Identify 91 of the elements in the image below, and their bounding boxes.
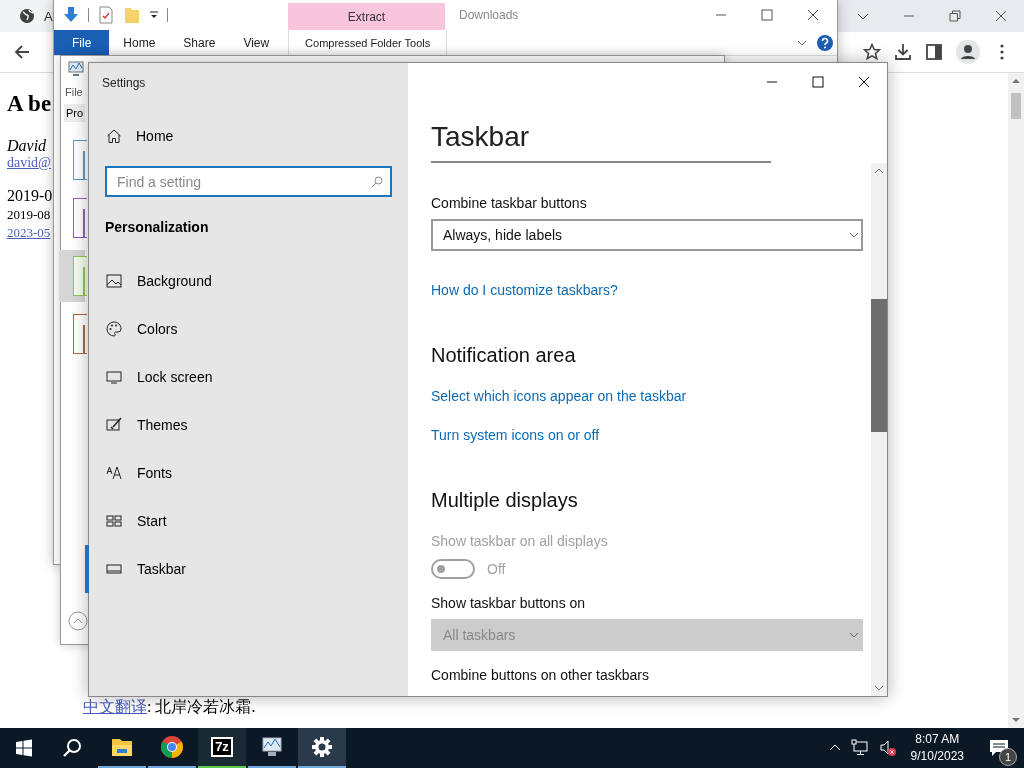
home-nav-item[interactable]: Home (106, 128, 408, 144)
download-icon[interactable] (894, 43, 912, 61)
notification-badge: 1 (999, 748, 1017, 766)
taskbar-icon (106, 561, 122, 577)
search-field[interactable]: Find a setting (105, 166, 392, 197)
close-icon[interactable] (995, 10, 1007, 22)
translation-text: 中文翻译: 北岸冷若冰霜. (83, 697, 256, 718)
network-icon[interactable] (850, 739, 869, 757)
search-icon (371, 176, 383, 188)
date-text: 2019-08 (7, 207, 51, 223)
browser-tab[interactable]: A (0, 0, 52, 32)
menu-item[interactable]: File (65, 86, 83, 98)
scrollbar[interactable] (1008, 73, 1024, 728)
thumbnail[interactable] (73, 140, 87, 180)
link[interactable]: How do I customize taskbars? (431, 280, 618, 300)
picture-frame-icon (106, 273, 122, 289)
window-title: Downloads (459, 8, 519, 22)
scroll-thumb[interactable] (1011, 93, 1021, 119)
scroll-down-icon[interactable] (875, 684, 883, 692)
monitor-chart-icon (260, 735, 284, 759)
setting-label: Show taskbar buttons on (431, 594, 586, 613)
author-name: David (7, 137, 47, 155)
taskbar-app[interactable] (298, 728, 346, 768)
maximize-icon[interactable] (812, 76, 824, 88)
search-icon (62, 738, 82, 758)
side-panel-icon[interactable] (925, 43, 943, 61)
palette-icon (106, 321, 122, 337)
globe-icon (19, 8, 35, 24)
scroll-up-icon[interactable] (1012, 77, 1020, 85)
section-heading: Multiple displays (431, 488, 578, 513)
scrollbar[interactable] (871, 163, 887, 696)
ribbon-tab[interactable]: View (229, 30, 284, 55)
app-logo-text: 7z (211, 737, 233, 757)
scroll-down-icon[interactable] (1012, 716, 1020, 724)
clock[interactable]: 8:07 AM 9/10/2023 (910, 731, 964, 765)
start-tiles-icon (106, 513, 122, 529)
article-heading: A be (7, 91, 52, 117)
restore-icon[interactable] (949, 10, 961, 22)
clock-date: 9/10/2023 (910, 748, 964, 765)
download-arrow-icon[interactable] (62, 6, 80, 24)
chevron-down-icon (849, 230, 859, 240)
ribbon-tab[interactable]: Home (109, 30, 170, 55)
close-icon[interactable] (807, 9, 819, 21)
section-heading: Notification area (431, 343, 576, 368)
star-icon[interactable] (863, 43, 881, 61)
nav-item[interactable]: Fonts (85, 449, 408, 497)
nav-item[interactable]: Start (85, 497, 408, 545)
ribbon-tab[interactable]: File (54, 30, 110, 55)
setting-label: Combine taskbar buttons (431, 194, 587, 213)
monitor-icon (106, 369, 122, 385)
ribbon-tab[interactable]: Share (169, 30, 230, 55)
nav-item[interactable]: Colors (85, 305, 408, 353)
caret-icon[interactable] (149, 10, 159, 20)
properties-icon[interactable] (97, 6, 115, 24)
page-title: Taskbar (431, 121, 771, 163)
close-icon[interactable] (858, 76, 870, 88)
maximize-icon[interactable] (761, 9, 773, 21)
window-title: Settings (102, 76, 147, 90)
font-icon (106, 465, 122, 481)
taskbar-app[interactable]: 7z (198, 728, 246, 768)
dropdown[interactable]: Always, hide labels (431, 219, 863, 251)
monitor-chart-icon (67, 60, 85, 78)
profile-icon[interactable] (956, 40, 980, 64)
chevron-down-icon (849, 630, 859, 640)
thumbnail[interactable] (73, 314, 87, 354)
email-link[interactable]: david@ (7, 155, 51, 171)
link[interactable]: Select which icons appear on the taskbar (431, 386, 687, 406)
date-link[interactable]: 2023-05 (7, 225, 51, 241)
back-arrow-icon[interactable] (13, 43, 31, 61)
clock-time: 8:07 AM (915, 731, 960, 748)
thumbnail[interactable] (73, 198, 87, 238)
date-text: 2019-0 (7, 187, 53, 205)
chrome-logo-icon (160, 735, 184, 759)
category-heading: Personalization (105, 219, 210, 235)
toggle-state: Off (487, 561, 506, 577)
nav-item[interactable]: Lock screen (85, 353, 408, 401)
nav-item[interactable]: Background (85, 257, 408, 305)
link[interactable]: Turn system icons on or off (431, 425, 600, 445)
scroll-up-icon[interactable] (875, 167, 883, 175)
windows-logo-icon (15, 739, 33, 757)
tab[interactable]: Pro (64, 104, 86, 122)
muted-speaker-icon[interactable] (878, 739, 897, 757)
home-icon (106, 128, 122, 144)
scroll-thumb[interactable] (871, 299, 887, 432)
contextual-tab-header: Extract (288, 3, 445, 30)
nav-item[interactable]: Themes (85, 401, 408, 449)
help-icon[interactable] (817, 34, 833, 51)
translation-link[interactable]: 中文翻译 (83, 697, 147, 718)
setting-label: Combine buttons on other taskbars (431, 666, 649, 685)
setting-label: Show taskbar on all displays (431, 532, 608, 551)
brush-icon (106, 417, 122, 433)
